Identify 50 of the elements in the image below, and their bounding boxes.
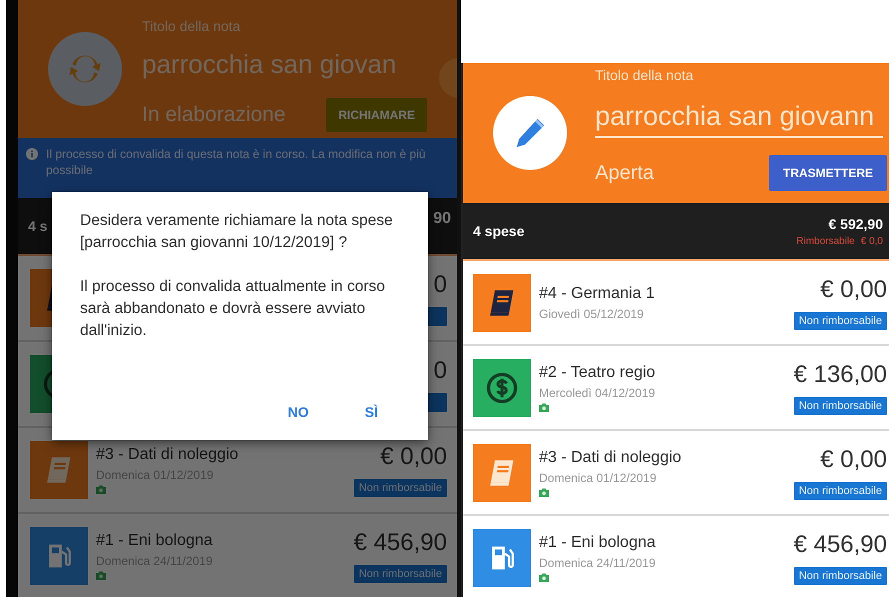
dialog-detail: Il processo di convalida attualmente in corso sarà abbandonato e dovrà essere avviato dall'inizio.	[80, 277, 386, 341]
expense-amount: € 456,90	[794, 530, 887, 558]
fuel-pump-icon	[472, 528, 531, 586]
dialog-message: Desidera veramente richiamare la nota spese [parrocchia san giovanni 10/12/2019] ?	[80, 211, 394, 253]
banner-text: Il processo di convalida di questa nota è in corso. La modifica non è più possibile	[46, 146, 427, 178]
expense-amount: € 0,00	[380, 443, 447, 471]
expense-title: #4 - Germania 1	[538, 284, 656, 302]
book-icon	[30, 441, 88, 499]
reimbursable-amount: € 0,0	[860, 236, 883, 246]
fuel-pump-icon	[30, 527, 88, 585]
field-label: Titolo della nota	[594, 67, 694, 83]
expense-title: #3 - Dati di noleggio	[96, 446, 240, 464]
expense-date: Domenica 24/11/2019	[538, 556, 657, 570]
status-text: In elaborazione	[142, 103, 286, 127]
expense-date: Giovedì 05/12/2019	[538, 306, 645, 320]
book-icon	[472, 274, 531, 332]
expense-title: #2 - Teatro regio	[538, 364, 656, 382]
no-button[interactable]: NO	[280, 398, 317, 426]
expense-count: 4 spese	[472, 223, 524, 239]
transmit-button[interactable]: TRASMETTERE	[769, 155, 887, 191]
non-reimbursable-badge: Non rimborsabile	[794, 396, 887, 414]
field-label: Titolo della nota	[142, 18, 242, 34]
non-reimbursable-badge: Non rimborsabile	[354, 479, 447, 497]
non-reimbursable-badge: Non rimborsabile	[794, 482, 887, 500]
expense-amount: 0	[434, 356, 447, 384]
expense-date: Domenica 01/12/2019	[538, 470, 658, 484]
expense-count: 4 s	[28, 218, 48, 234]
status-text: Aperta	[594, 162, 654, 184]
reimbursable-label: Rimborsabile	[796, 236, 855, 246]
non-reimbursable-badge: Non rimborsabile	[794, 312, 887, 330]
total-amount: 90	[433, 210, 451, 228]
expense-title: #1 - Eni bologna	[96, 532, 214, 550]
expense-amount: € 0,00	[820, 446, 887, 474]
yes-button[interactable]: SÌ	[356, 398, 386, 426]
book-icon	[472, 444, 531, 502]
expense-date: Mercoledì 04/12/2019	[538, 386, 656, 400]
recall-button[interactable]: RICHIAMARE	[326, 98, 427, 132]
expense-title: #3 - Dati di noleggio	[538, 448, 682, 466]
non-reimbursable-badge: Non rimborsabile	[354, 565, 447, 583]
total-amount: € 592,90	[828, 216, 883, 232]
non-reimbursable-badge: Non rimborsabile	[794, 566, 887, 584]
title-field[interactable]: parrocchia san giovann	[594, 100, 883, 138]
info-icon	[26, 148, 38, 160]
expense-title: #1 - Eni bologna	[538, 534, 657, 552]
dollar-coin-icon	[472, 358, 531, 416]
expense-amount: 0	[434, 270, 447, 298]
expense-amount: € 0,00	[820, 276, 887, 304]
note-title: parrocchia san giovan	[142, 48, 398, 80]
expense-amount: € 136,00	[794, 360, 887, 388]
expense-amount: € 456,90	[354, 529, 447, 557]
